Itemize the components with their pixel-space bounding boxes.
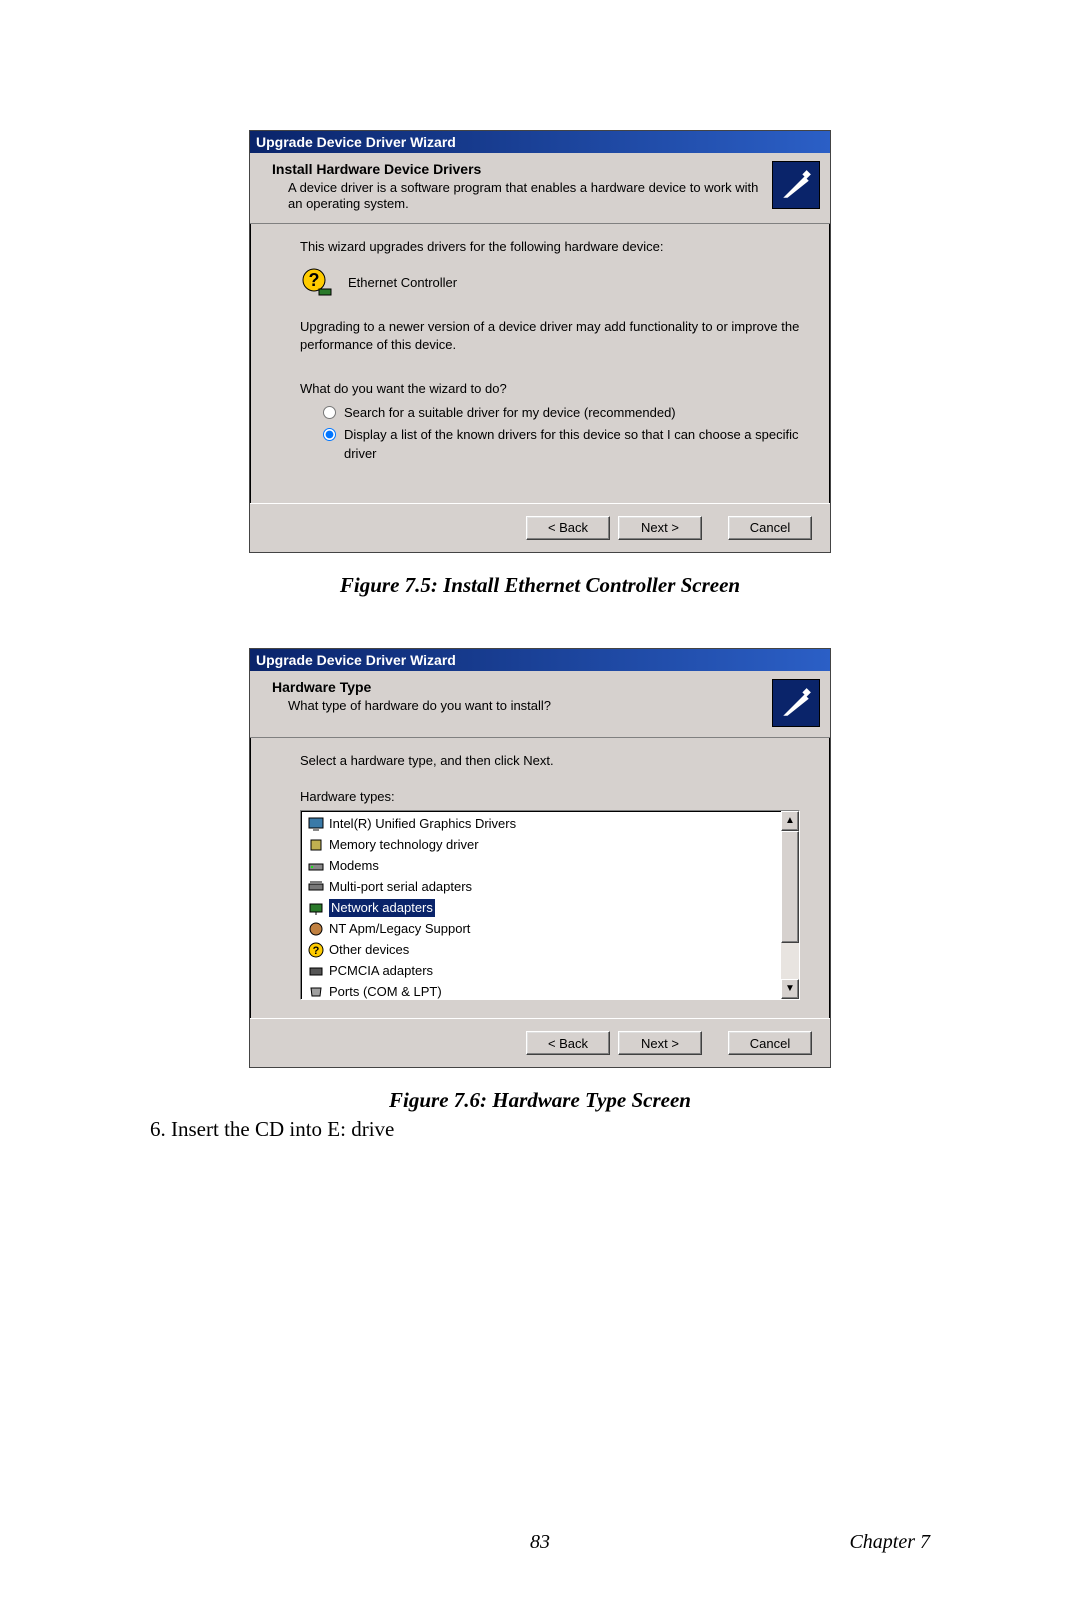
list-item-label: NT Apm/Legacy Support bbox=[329, 920, 470, 938]
radio-search-input[interactable] bbox=[323, 406, 336, 419]
document-page: Upgrade Device Driver Wizard Install Har… bbox=[0, 0, 1080, 1618]
figure-caption-1: Figure 7.5: Install Ethernet Controller … bbox=[150, 573, 930, 598]
scroll-track[interactable] bbox=[781, 831, 799, 979]
legacy-icon bbox=[307, 921, 325, 937]
intro-text: This wizard upgrades drivers for the fol… bbox=[300, 238, 800, 256]
question-icon: ? bbox=[307, 942, 325, 958]
figure-caption-2: Figure 7.6: Hardware Type Screen bbox=[150, 1088, 930, 1113]
header-subtitle: A device driver is a software program th… bbox=[288, 180, 762, 213]
next-button[interactable]: Next > bbox=[618, 1031, 702, 1055]
network-icon bbox=[307, 900, 325, 916]
device-row: ? Ethernet Controller bbox=[300, 266, 800, 300]
scroll-thumb[interactable] bbox=[781, 831, 799, 943]
modem-icon bbox=[307, 858, 325, 874]
window-title: Upgrade Device Driver Wizard bbox=[256, 134, 456, 150]
wizard-dialog-2: Upgrade Device Driver Wizard Hardware Ty… bbox=[249, 648, 831, 1068]
pcmcia-icon bbox=[307, 963, 325, 979]
list-item-label: Modems bbox=[329, 857, 379, 875]
list-item-label: Other devices bbox=[329, 941, 409, 959]
list-item[interactable]: Intel(R) Unified Graphics Drivers bbox=[305, 813, 779, 834]
header-subtitle: What type of hardware do you want to ins… bbox=[288, 698, 762, 714]
monitor-icon bbox=[307, 816, 325, 832]
window-title: Upgrade Device Driver Wizard bbox=[256, 652, 456, 668]
dialog-body: Select a hardware type, and then click N… bbox=[250, 738, 830, 1018]
dialog-body: This wizard upgrades drivers for the fol… bbox=[250, 224, 830, 503]
radio-display-list[interactable]: Display a list of the known drivers for … bbox=[318, 426, 800, 462]
list-item[interactable]: ? Other devices bbox=[305, 939, 779, 960]
header-title: Install Hardware Device Drivers bbox=[272, 161, 762, 177]
list-item-label: Intel(R) Unified Graphics Drivers bbox=[329, 815, 516, 833]
wizard-icon bbox=[772, 679, 820, 727]
svg-text:?: ? bbox=[313, 945, 320, 957]
page-footer: 83 Chapter 7 bbox=[0, 1531, 1080, 1554]
list-item-label: Memory technology driver bbox=[329, 836, 479, 854]
list-item[interactable]: Multi-port serial adapters bbox=[305, 876, 779, 897]
scrollbar[interactable]: ▲ ▼ bbox=[781, 811, 799, 999]
serial-icon bbox=[307, 879, 325, 895]
cancel-button[interactable]: Cancel bbox=[728, 516, 812, 540]
button-bar: < Back Next > Cancel bbox=[250, 1018, 830, 1067]
upgrade-explain: Upgrading to a newer version of a device… bbox=[300, 318, 800, 354]
chip-icon bbox=[307, 837, 325, 853]
list-item[interactable]: Memory technology driver bbox=[305, 834, 779, 855]
chapter-label: Chapter 7 bbox=[849, 1531, 930, 1554]
device-name: Ethernet Controller bbox=[348, 274, 457, 292]
list-item[interactable]: Modems bbox=[305, 855, 779, 876]
button-bar: < Back Next > Cancel bbox=[250, 503, 830, 552]
scroll-down-button[interactable]: ▼ bbox=[781, 979, 799, 999]
scroll-up-button[interactable]: ▲ bbox=[781, 811, 799, 831]
list-item[interactable]: Network adapters bbox=[305, 897, 779, 918]
port-icon bbox=[307, 984, 325, 1000]
back-button[interactable]: < Back bbox=[526, 1031, 610, 1055]
next-button[interactable]: Next > bbox=[618, 516, 702, 540]
dialog-header: Install Hardware Device Drivers A device… bbox=[250, 153, 830, 224]
radio-display-list-label: Display a list of the known drivers for … bbox=[344, 426, 800, 462]
list-item-label: Network adapters bbox=[329, 899, 435, 917]
list-item[interactable]: NT Apm/Legacy Support bbox=[305, 918, 779, 939]
radio-search[interactable]: Search for a suitable driver for my devi… bbox=[318, 404, 800, 422]
hardware-types-listbox[interactable]: Intel(R) Unified Graphics Drivers Memory … bbox=[300, 810, 800, 1000]
list-item-label: PCMCIA adapters bbox=[329, 962, 433, 980]
back-button[interactable]: < Back bbox=[526, 516, 610, 540]
list-item-label: Ports (COM & LPT) bbox=[329, 983, 442, 1001]
svg-text:?: ? bbox=[309, 270, 320, 290]
prompt-text: What do you want the wizard to do? bbox=[300, 380, 800, 398]
dialog-header: Hardware Type What type of hardware do y… bbox=[250, 671, 830, 738]
list-label: Hardware types: bbox=[300, 788, 800, 806]
cancel-button[interactable]: Cancel bbox=[728, 1031, 812, 1055]
question-device-icon: ? bbox=[300, 266, 334, 300]
step-6-text: 6. Insert the CD into E: drive bbox=[150, 1117, 930, 1142]
list-item-label: Multi-port serial adapters bbox=[329, 878, 472, 896]
list-item[interactable]: Ports (COM & LPT) bbox=[305, 981, 779, 1000]
title-bar: Upgrade Device Driver Wizard bbox=[250, 131, 830, 153]
list-item[interactable]: PCMCIA adapters bbox=[305, 960, 779, 981]
title-bar: Upgrade Device Driver Wizard bbox=[250, 649, 830, 671]
instruction-text: Select a hardware type, and then click N… bbox=[300, 752, 800, 770]
header-title: Hardware Type bbox=[272, 679, 762, 695]
radio-display-list-input[interactable] bbox=[323, 428, 336, 441]
radio-search-label: Search for a suitable driver for my devi… bbox=[344, 404, 800, 422]
wizard-icon bbox=[772, 161, 820, 209]
wizard-dialog-1: Upgrade Device Driver Wizard Install Har… bbox=[249, 130, 831, 553]
page-number: 83 bbox=[530, 1531, 550, 1554]
